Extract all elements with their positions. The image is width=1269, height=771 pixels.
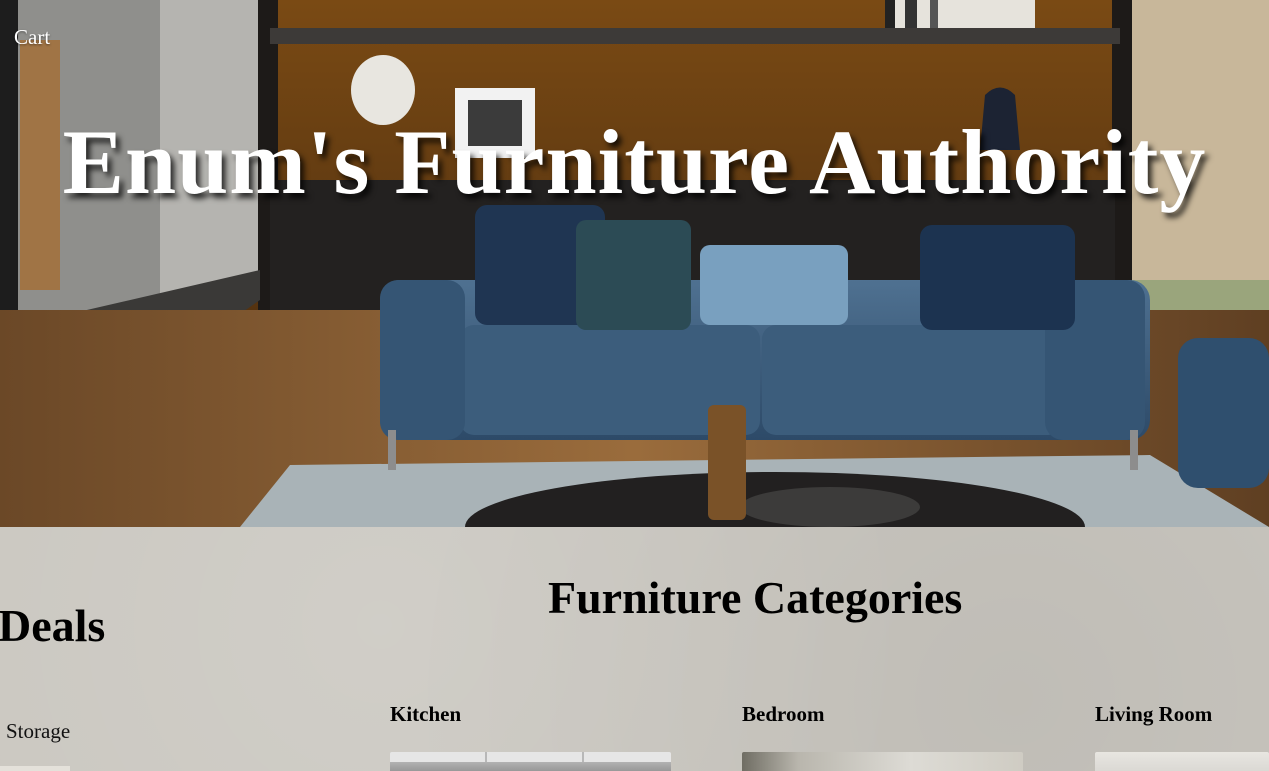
category-name[interactable]: Living Room (1095, 702, 1269, 727)
category-card-kitchen[interactable]: Kitchen (390, 702, 672, 771)
category-name[interactable]: Bedroom (742, 702, 1024, 727)
deals-heading: Deals (0, 600, 106, 651)
deal-item-image[interactable] (0, 766, 70, 771)
category-card-living-room[interactable]: Living Room (1095, 702, 1269, 771)
hero-background-image (0, 0, 1269, 527)
site-title: Enum's Furniture Authority (62, 111, 1207, 213)
category-card-bedroom[interactable]: Bedroom (742, 702, 1024, 771)
category-name[interactable]: Kitchen (390, 702, 672, 727)
category-image-kitchen[interactable] (390, 752, 671, 771)
categories-heading: Furniture Categories (548, 572, 963, 623)
category-image-living-room[interactable] (1095, 752, 1269, 771)
main-content: Deals Storage Furniture Categories Kitch… (0, 527, 1269, 771)
hero-banner: Cart Enum's Furniture Authority (0, 0, 1269, 527)
category-image-bedroom[interactable] (742, 752, 1023, 771)
deal-item-storage[interactable]: Storage (6, 719, 70, 744)
cart-link[interactable]: Cart (14, 25, 50, 50)
